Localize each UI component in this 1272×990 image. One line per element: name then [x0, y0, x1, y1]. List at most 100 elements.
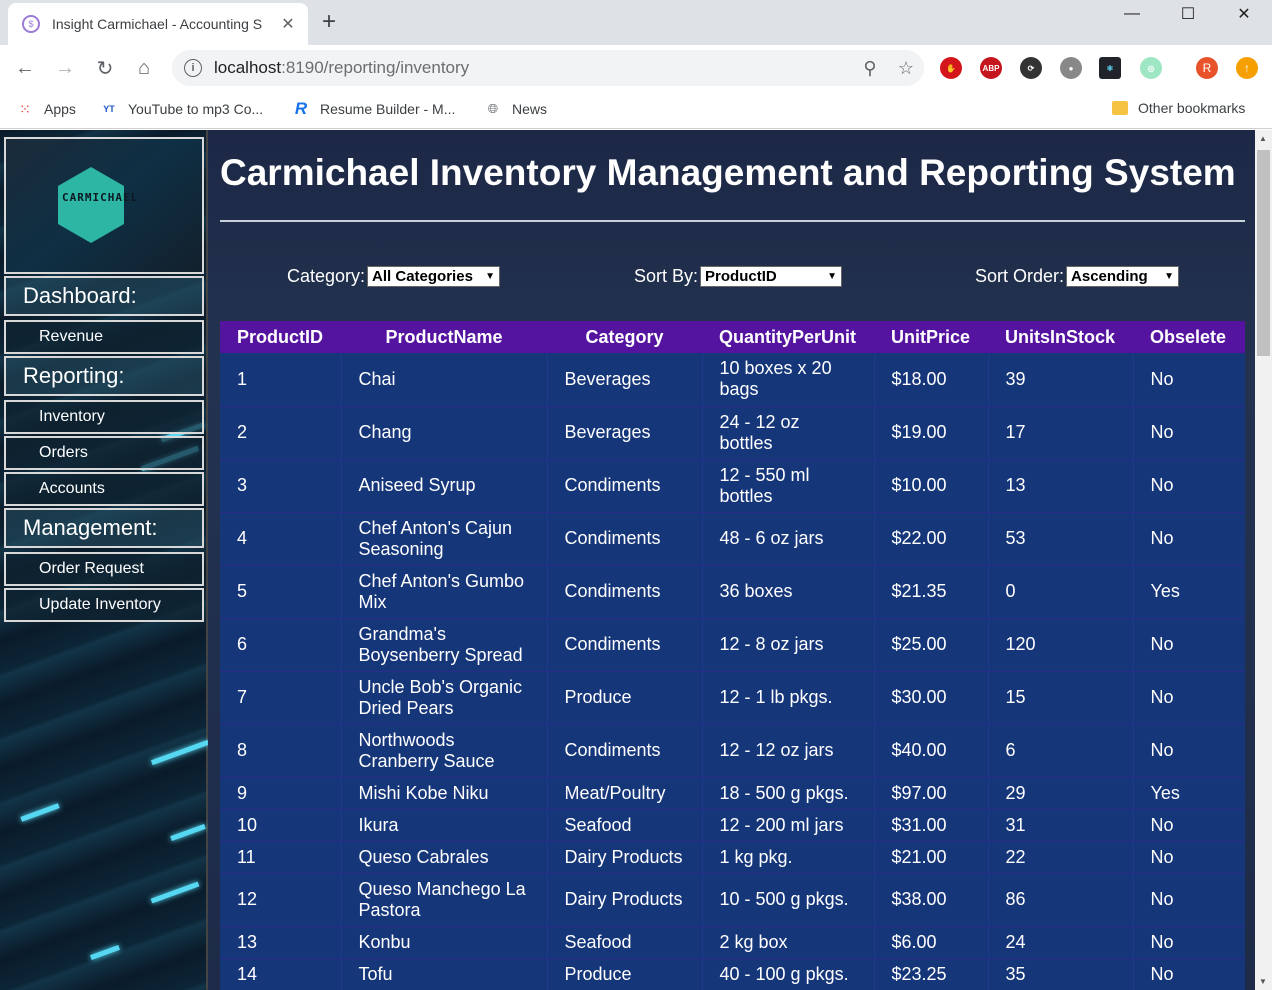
sortorder-label: Sort Order: — [975, 266, 1065, 286]
globe-icon: 🌐︎ — [487, 101, 499, 116]
other-bookmarks[interactable]: Other bookmarks — [1112, 100, 1245, 116]
table-cell: $40.00 — [873, 724, 988, 778]
update-icon[interactable]: ↑ — [1236, 57, 1258, 79]
home-icon[interactable]: ⌂ — [131, 55, 157, 81]
browser-tab[interactable]: $ Insight Carmichael - Accounting S ✕ — [8, 3, 308, 45]
nav-inventory[interactable]: Inventory — [4, 400, 204, 434]
table-cell: Beverages — [546, 406, 702, 460]
react-devtools-icon[interactable]: ⚛ — [1099, 57, 1121, 79]
table-cell: 24 - 12 oz bottles — [701, 406, 874, 460]
logo-hexagon-icon — [58, 167, 124, 243]
table-cell: 1 — [220, 353, 341, 407]
title-divider — [220, 220, 1245, 222]
back-arrow-icon[interactable]: ← — [12, 55, 38, 81]
table-cell: $97.00 — [873, 777, 988, 810]
vertical-scrollbar[interactable]: ▲ ▼ — [1255, 130, 1272, 990]
column-header: UnitPrice — [874, 321, 988, 353]
table-row: 1 Chai Beverages 10 boxes x 20 bags $18.00 39… — [220, 353, 1245, 407]
table-cell: 35 — [987, 958, 1133, 990]
table-cell: $19.00 — [873, 406, 988, 460]
bookmark-apps[interactable]: ⁙ Apps — [16, 100, 76, 118]
nav-update-inventory[interactable]: Update Inventory — [4, 588, 204, 622]
table-cell: 6 — [987, 724, 1133, 778]
table-cell: 5 — [220, 565, 341, 619]
table-cell: No — [1132, 926, 1245, 959]
bookmark-resume-builder[interactable]: R Resume Builder - M... — [292, 99, 456, 118]
bookmark-news[interactable]: 🌐︎ News — [484, 100, 547, 118]
nav-order-request[interactable]: Order Request — [4, 552, 204, 586]
adblock-plus-extension-icon[interactable]: ABP — [980, 57, 1002, 79]
bookmark-youtube-mp3[interactable]: YT YouTube to mp3 Co... — [100, 100, 263, 118]
tab-strip: $ Insight Carmichael - Accounting S ✕ + … — [0, 0, 1272, 45]
table-cell: No — [1132, 459, 1245, 513]
sortby-select[interactable]: ProductID ▼ — [700, 266, 843, 287]
table-cell: 12 — [220, 873, 341, 927]
close-window-icon[interactable]: ✕ — [1216, 0, 1272, 28]
category-select[interactable]: All Categories ▼ — [367, 266, 501, 287]
table-cell: 39 — [987, 353, 1133, 407]
profile-avatar[interactable]: R — [1196, 57, 1218, 79]
ublock-extension-icon[interactable]: ✋ — [940, 57, 962, 79]
table-cell: No — [1132, 353, 1245, 407]
extension-icon[interactable]: ⟳ — [1020, 57, 1042, 79]
extension-icon[interactable]: ◎ — [1140, 57, 1162, 79]
extension-icon[interactable]: ● — [1060, 57, 1082, 79]
page-title: Carmichael Inventory Management and Repo… — [220, 152, 1236, 193]
table-cell: 13 — [220, 926, 341, 959]
table-cell: $21.00 — [873, 841, 988, 874]
nav-accounts[interactable]: Accounts — [4, 472, 204, 506]
table-cell: 11 — [220, 841, 341, 874]
folder-icon — [1112, 101, 1128, 115]
table-cell: 2 kg box — [701, 926, 874, 959]
table-cell: 86 — [987, 873, 1133, 927]
table-cell: 3 — [220, 459, 341, 513]
table-cell: Uncle Bob's Organic Dried Pears — [340, 671, 547, 725]
nav-orders[interactable]: Orders — [4, 436, 204, 470]
forward-arrow-icon[interactable]: → — [52, 55, 78, 81]
scroll-up-icon[interactable]: ▲ — [1259, 134, 1267, 143]
table-cell: $18.00 — [873, 353, 988, 407]
scroll-down-icon[interactable]: ▼ — [1259, 977, 1267, 986]
table-row: 12 Queso Manchego La Pastora Dairy Product… — [220, 873, 1245, 927]
zoom-icon[interactable]: ⚲ — [852, 58, 888, 79]
table-cell: 24 — [987, 926, 1133, 959]
site-info-icon[interactable]: i — [184, 59, 202, 77]
table-cell: Queso Cabrales — [340, 841, 547, 874]
table-cell: Grandma's Boysenberry Spread — [340, 618, 547, 672]
table-cell: No — [1132, 512, 1245, 566]
url-text[interactable]: localhost:8190/reporting/inventory — [214, 58, 852, 78]
maximize-icon[interactable]: ☐ — [1160, 0, 1216, 28]
table-row: 2 Chang Beverages 24 - 12 oz bottles $19.00 1… — [220, 406, 1245, 460]
bookmark-star-icon[interactable]: ☆ — [888, 58, 924, 79]
table-cell: 40 - 100 g pkgs. — [701, 958, 874, 990]
new-tab-icon[interactable]: + — [322, 10, 336, 34]
table-cell: 31 — [987, 809, 1133, 842]
table-cell: No — [1132, 841, 1245, 874]
table-cell: Condiments — [546, 512, 702, 566]
nav-revenue[interactable]: Revenue — [4, 320, 204, 354]
table-cell: Produce — [546, 671, 702, 725]
decor-streak — [150, 881, 200, 904]
table-cell: No — [1132, 958, 1245, 990]
category-select-value: All Categories — [372, 268, 473, 285]
table-cell: 36 boxes — [701, 565, 874, 619]
sortorder-select[interactable]: Ascending ▼ — [1066, 266, 1180, 287]
close-tab-icon[interactable]: ✕ — [280, 14, 296, 34]
category-filter: Category: All Categories ▼ — [287, 266, 501, 287]
table-row: 14 Tofu Produce 40 - 100 g pkgs. $23.25 35 No — [220, 958, 1245, 990]
sortby-filter: Sort By: ProductID ▼ — [634, 266, 843, 287]
table-cell: 10 — [220, 809, 341, 842]
scrollbar-thumb[interactable] — [1257, 150, 1270, 356]
table-cell: 22 — [987, 841, 1133, 874]
decor-streak — [90, 945, 120, 960]
table-cell: 2 — [220, 406, 341, 460]
minimize-icon[interactable]: — — [1104, 0, 1160, 28]
address-bar[interactable]: i localhost:8190/reporting/inventory ⚲ ☆ — [172, 50, 924, 86]
carmichael-logo: CARMICHAEL — [4, 137, 204, 274]
dropdown-arrow-icon: ▼ — [485, 271, 496, 282]
table-cell: 14 — [220, 958, 341, 990]
table-cell: Condiments — [546, 459, 702, 513]
column-header: ProductID — [220, 321, 341, 353]
reload-icon[interactable]: ↻ — [92, 55, 118, 81]
page-content: CARMICHAEL Dashboard: Revenue Reporting:… — [0, 130, 1255, 990]
